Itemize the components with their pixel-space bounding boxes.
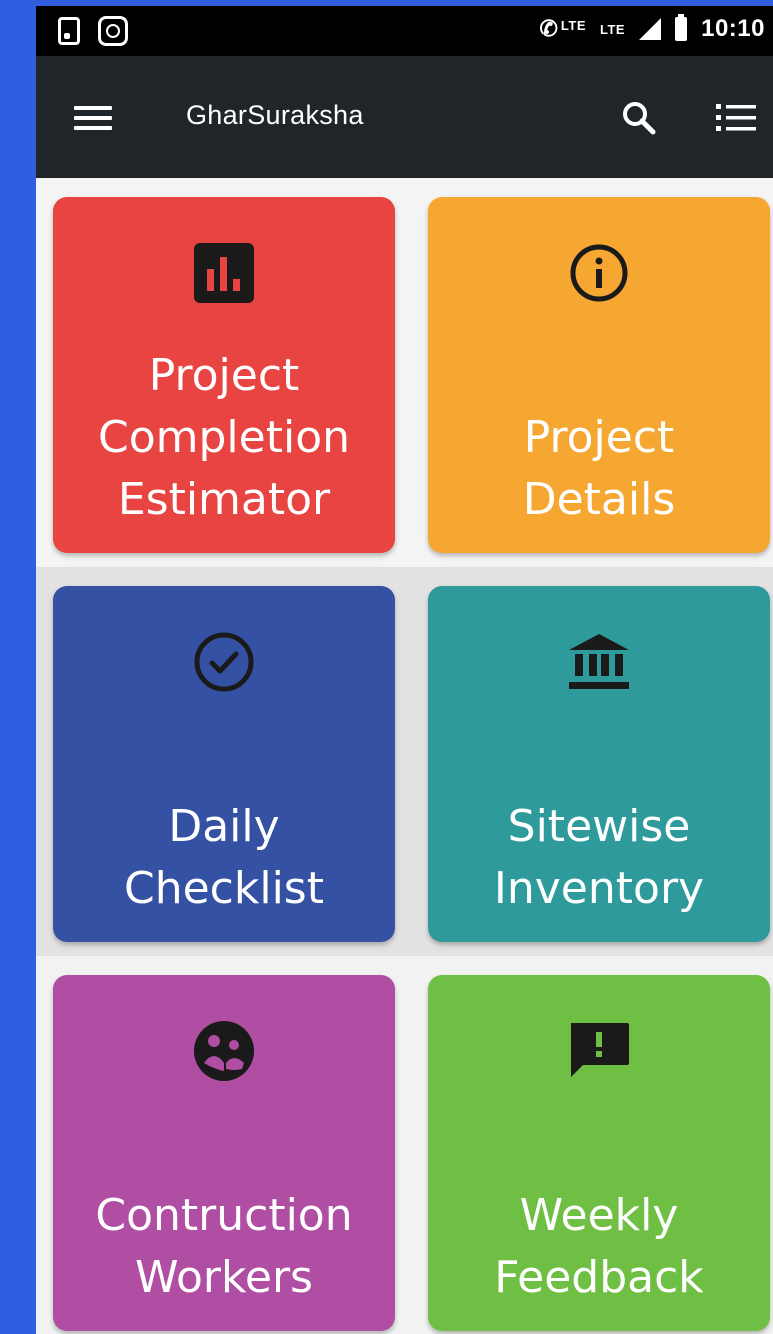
status-bar: ✆ LTE LTE 10:10 bbox=[36, 6, 773, 56]
tile-label-line: Project bbox=[523, 412, 675, 463]
tile-label-line: Completion bbox=[97, 412, 350, 463]
app-title: GharSuraksha bbox=[186, 100, 364, 130]
bar-chart-icon bbox=[194, 243, 254, 303]
list-view-icon[interactable] bbox=[716, 102, 756, 134]
feedback-icon bbox=[571, 1023, 629, 1077]
tile-daily-checklist[interactable]: Daily Checklist bbox=[53, 586, 395, 942]
search-icon[interactable] bbox=[619, 98, 659, 138]
people-icon bbox=[194, 1021, 254, 1081]
tile-label-line: Daily bbox=[168, 801, 280, 852]
battery-icon bbox=[675, 14, 688, 41]
tile-weekly-feedback[interactable]: Weekly Feedback bbox=[428, 975, 770, 1331]
lte-label-2: LTE bbox=[600, 21, 626, 37]
dashboard-grid: Project Completion Estimator Project Det… bbox=[36, 178, 773, 1334]
check-circle-icon bbox=[194, 632, 254, 692]
app-toolbar: GharSuraksha bbox=[36, 56, 773, 178]
lte-label: LTE bbox=[560, 18, 587, 33]
hamburger-menu-icon[interactable] bbox=[74, 106, 112, 130]
tile-label-line: Sitewise bbox=[507, 801, 691, 852]
tile-sitewise-inventory[interactable]: Sitewise Inventory bbox=[428, 586, 770, 942]
bank-icon bbox=[569, 634, 629, 689]
status-time: 10:10 bbox=[701, 15, 765, 42]
tile-project-details[interactable]: Project Details bbox=[428, 197, 770, 553]
tile-label-line: Checklist bbox=[124, 863, 324, 914]
app-notification-icon bbox=[98, 16, 128, 46]
tile-label-line: Estimator bbox=[117, 474, 331, 525]
volte-indicator: ✆ LTE bbox=[539, 18, 586, 40]
tile-label-line: Contruction bbox=[95, 1190, 353, 1241]
call-icon: ✆ bbox=[539, 16, 558, 41]
phone-screen: ✆ LTE LTE 10:10 GharSuraksha Project Com… bbox=[36, 6, 773, 1334]
info-icon bbox=[570, 244, 628, 302]
tile-label-line: Project bbox=[148, 350, 300, 401]
tile-label-line: Inventory bbox=[493, 863, 705, 914]
tile-project-completion-estimator[interactable]: Project Completion Estimator bbox=[53, 197, 395, 553]
signal-icon bbox=[639, 18, 662, 40]
tile-label-line: Workers bbox=[135, 1252, 313, 1303]
tile-label-line: Feedback bbox=[494, 1252, 704, 1303]
tile-label-line: Details bbox=[522, 474, 676, 525]
phone-notification-icon bbox=[58, 17, 80, 45]
tile-contruction-workers[interactable]: Contruction Workers bbox=[53, 975, 395, 1331]
tile-label-line: Weekly bbox=[519, 1190, 679, 1241]
